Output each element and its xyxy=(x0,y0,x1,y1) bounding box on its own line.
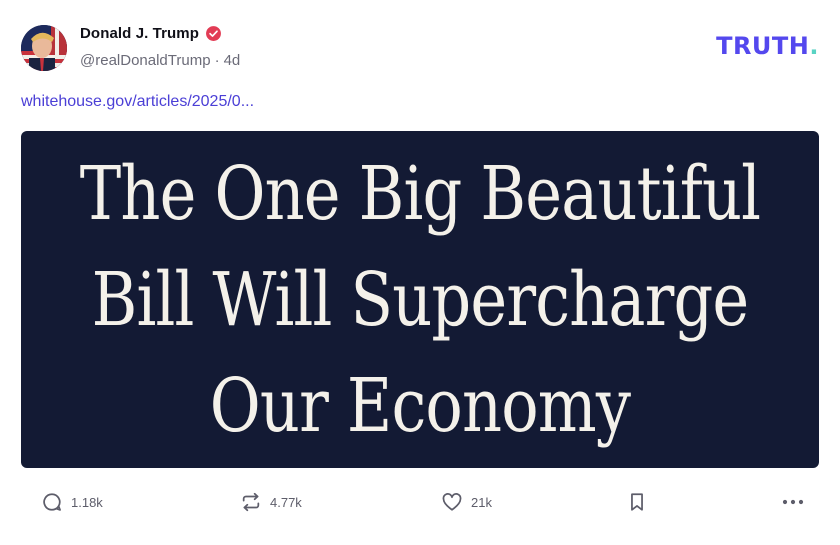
link-preview-image[interactable]: The One Big Beautiful Bill Will Supercha… xyxy=(21,131,819,468)
truth-logo-dot: . xyxy=(809,32,819,60)
heart-icon xyxy=(442,493,462,511)
bookmark-icon xyxy=(631,493,643,511)
like-count: 21k xyxy=(471,494,492,510)
author-meta: @realDonaldTrump · 4d xyxy=(80,52,240,69)
author-name-row: Donald J. Trump xyxy=(80,25,222,42)
avatar-image xyxy=(21,25,67,71)
like-button[interactable]: 21k xyxy=(441,484,492,520)
retruth-icon xyxy=(242,492,260,512)
post-link[interactable]: whitehouse.gov/articles/2025/0... xyxy=(21,93,254,111)
author-handle[interactable]: @realDonaldTrump xyxy=(80,52,211,69)
retruth-count: 4.77k xyxy=(270,494,302,510)
truth-logo-text: TRUTH xyxy=(716,32,810,60)
preview-headline: The One Big Beautiful Bill Will Supercha… xyxy=(79,141,761,459)
reply-icon xyxy=(43,493,61,511)
reply-button[interactable]: 1.18k xyxy=(41,484,103,520)
post-card: Donald J. Trump @realDonaldTrump · 4d TR… xyxy=(0,0,840,545)
meta-separator: · xyxy=(214,52,220,69)
action-bar: 1.18k 4.77k 21k xyxy=(0,484,840,520)
post-age[interactable]: 4d xyxy=(224,52,241,69)
reply-count: 1.18k xyxy=(71,494,103,510)
headline-line: Bill Will Supercharge xyxy=(91,256,750,343)
bookmark-button[interactable] xyxy=(626,484,648,520)
verified-badge-icon xyxy=(205,25,222,42)
avatar[interactable] xyxy=(21,25,67,71)
truth-logo[interactable]: TRUTH. xyxy=(716,32,819,60)
author-name[interactable]: Donald J. Trump xyxy=(80,25,199,42)
more-icon xyxy=(782,499,804,505)
headline-line: The One Big Beautiful xyxy=(79,150,761,237)
more-options-button[interactable] xyxy=(781,484,805,520)
headline-line: Our Economy xyxy=(209,362,631,449)
retruth-button[interactable]: 4.77k xyxy=(240,484,302,520)
